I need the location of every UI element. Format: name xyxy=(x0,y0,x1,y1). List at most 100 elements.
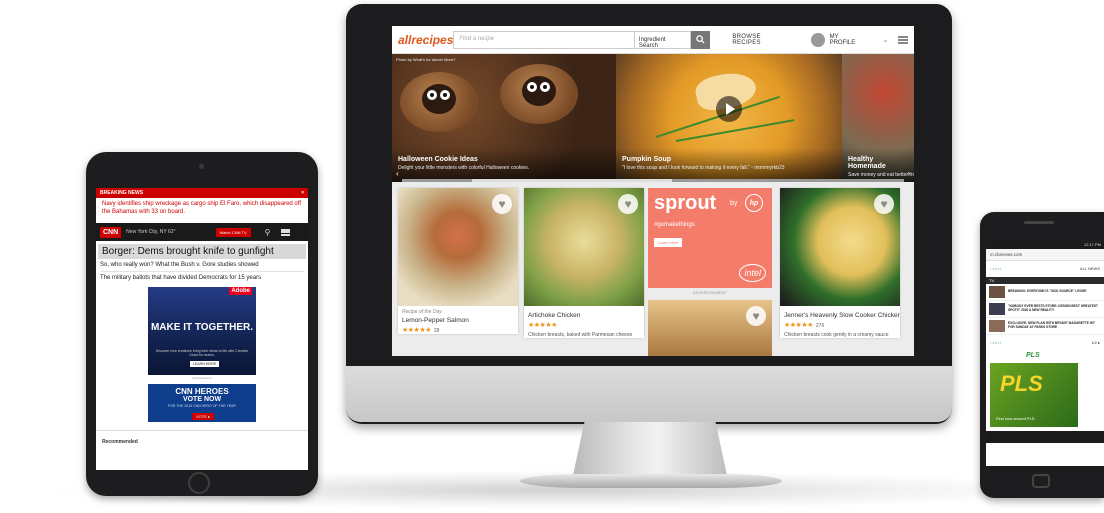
recipe-card[interactable]: ♥ xyxy=(648,300,772,356)
headline[interactable]: Borger: Dems brought knife to gunfight xyxy=(98,244,306,259)
url-bar[interactable]: m.cbsnews.com xyxy=(986,249,1104,261)
heart-icon[interactable]: ♥ xyxy=(746,306,766,326)
recipe-tag: Recipe of the Day xyxy=(402,309,442,315)
spider-decoration xyxy=(422,84,456,114)
recipe-image[interactable]: ♥ xyxy=(524,188,644,306)
ad-label: ADVERTISEMENT xyxy=(693,290,727,295)
search-button[interactable] xyxy=(691,30,711,49)
ad-title: MAKE IT TOGETHER. xyxy=(150,322,254,333)
monitor-chin xyxy=(346,366,952,422)
star-rating: ★★★★★ 28 xyxy=(402,327,440,334)
cnn-heroes-advertisement[interactable]: CNN HEROES VOTE NOW FOR THE 2015 CNN HER… xyxy=(148,384,256,422)
story-link[interactable]: The military ballots that have divided D… xyxy=(96,272,308,281)
tv-section-label: TV xyxy=(986,277,1104,284)
list-item[interactable]: BREAKING: EVERYONE IS "SICK SOURCE" LEGG… xyxy=(986,284,1104,301)
search-icon xyxy=(696,35,705,44)
recipe-card[interactable]: ♥ Jenner's Heavenly Slow Cooker Chicken … xyxy=(780,188,900,338)
thumbnail xyxy=(989,286,1005,298)
featured-carousel: Photo by What's for dinner Mom? Hallowee… xyxy=(392,54,914,182)
thumbnail xyxy=(989,320,1005,332)
vote-button[interactable]: VOTE ▸ xyxy=(192,413,215,420)
adobe-logo-icon: Adobe xyxy=(229,287,252,295)
recipe-card[interactable]: ♥ Recipe of the Day Lemon-Pepper Salmon … xyxy=(398,188,518,334)
slide-caption: Halloween Cookie Ideas Delight your litt… xyxy=(392,148,616,182)
slide-title: Halloween Cookie Ideas xyxy=(398,156,478,163)
chevron-left-icon[interactable]: ‹ • • • › xyxy=(990,340,1001,345)
hamburger-menu-icon[interactable] xyxy=(898,35,908,44)
cnn-logo[interactable]: CNN xyxy=(100,226,122,238)
monitor-base xyxy=(520,474,782,488)
pls-logo: PLS xyxy=(1000,371,1043,396)
adobe-advertisement[interactable]: Adobe MAKE IT TOGETHER. Discover how cre… xyxy=(148,287,256,375)
recommended-heading: Recommended xyxy=(96,430,308,445)
play-video-icon[interactable] xyxy=(716,96,742,122)
recipe-grid: ♥ Recipe of the Day Lemon-Pepper Salmon … xyxy=(392,182,914,356)
watch-live-button[interactable]: Watch CNN TV xyxy=(215,227,251,237)
chevron-down-icon[interactable]: ⌄ xyxy=(883,36,889,44)
browse-recipes-link[interactable]: BROWSE RECIPES xyxy=(732,34,789,46)
my-profile-link[interactable]: MY PROFILE xyxy=(830,34,865,46)
home-button[interactable] xyxy=(1032,474,1050,488)
recipe-description: Chicken breasts, baked with Parmesan che… xyxy=(528,332,633,338)
recipe-image[interactable]: ♥ xyxy=(398,188,518,306)
phone-screen: 12:17 PM m.cbsnews.com ‹ • • • › ALL NEW… xyxy=(986,242,1104,466)
allrecipes-logo[interactable]: allrecipes xyxy=(398,33,453,47)
breaking-news-text[interactable]: Navy identifies ship wreckage as cargo s… xyxy=(96,198,308,219)
slide-title: Healthy Homemade xyxy=(848,156,886,170)
recipe-card[interactable]: ♥ Artichoke Chicken ★★★★★ Chicken breast… xyxy=(524,188,644,338)
sprout-advertisement[interactable]: sprout by hp #gomakethings Learn More in… xyxy=(648,188,772,288)
all-news-link[interactable]: ALL NEWS xyxy=(1080,266,1100,271)
heart-icon[interactable]: ♥ xyxy=(492,194,512,214)
review-count: 276 xyxy=(815,323,825,329)
carousel-next-icon[interactable]: › xyxy=(907,169,910,178)
recipe-search-input[interactable]: Find a recipe xyxy=(453,30,635,49)
spider-decoration xyxy=(522,76,556,106)
carousel-slide-pumpkin-soup[interactable]: Pumpkin Soup "I love this soup and I loo… xyxy=(616,54,842,182)
recipe-title[interactable]: Lemon-Pepper Salmon xyxy=(398,315,518,324)
page-indicator[interactable]: 1/2 ▸ xyxy=(1091,340,1100,345)
ad-text: Find now around PLS. xyxy=(996,416,1036,421)
hamburger-menu-icon[interactable] xyxy=(280,228,290,236)
close-icon[interactable]: × xyxy=(301,190,304,196)
list-item[interactable]: EXCLUSIVE: NEW PLAN WITH BRYANT MAGARETT… xyxy=(986,318,1104,335)
slide-caption: Pumpkin Soup "I love this soup and I loo… xyxy=(616,148,842,182)
tablet-screen: BREAKING NEWS × Navy identifies ship wre… xyxy=(96,188,308,470)
ad-cta-button[interactable]: LEARN MORE xyxy=(190,361,220,367)
heart-icon[interactable]: ♥ xyxy=(618,194,638,214)
carousel-slide-healthy[interactable]: Healthy Homemade Save money and eat bett… xyxy=(842,54,914,182)
pls-advertisement[interactable]: PLS Find now around PLS. xyxy=(990,363,1078,427)
slide-title: Pumpkin Soup xyxy=(622,156,671,163)
ad-label: Advertisement xyxy=(192,376,212,380)
ad-hashtag: #gomakethings xyxy=(654,222,695,228)
section-bar: ‹ • • • › ALL NEWS xyxy=(986,261,1104,275)
monitor-stand xyxy=(572,422,728,480)
pager-bar: ‹ • • • › 1/2 ▸ xyxy=(986,335,1104,349)
story-link[interactable]: So, who really won? What the Bush v. Gor… xyxy=(96,259,308,268)
review-count: 28 xyxy=(433,328,440,334)
speaker xyxy=(1024,221,1054,224)
allrecipes-header: allrecipes Find a recipe Ingredient Sear… xyxy=(392,26,914,54)
recipe-title[interactable]: Artichoke Chicken xyxy=(524,306,644,319)
carousel-slide-halloween[interactable]: Photo by What's for dinner Mom? Hallowee… xyxy=(392,54,616,182)
home-button[interactable] xyxy=(188,472,210,494)
breaking-news-bar: BREAKING NEWS × xyxy=(96,188,308,198)
chevron-left-icon[interactable]: ‹ • • • › xyxy=(990,266,1001,271)
desktop-screen: allrecipes Find a recipe Ingredient Sear… xyxy=(392,26,914,356)
recipe-description: Chicken breasts cook gently in a creamy … xyxy=(784,332,889,338)
recipe-title[interactable]: Jenner's Heavenly Slow Cooker Chicken xyxy=(780,306,900,319)
recipe-image[interactable]: ♥ xyxy=(780,188,900,306)
list-item[interactable]: "NOBODY EVER RESTS STORE: DESIGN BEST GR… xyxy=(986,301,1104,318)
sprout-logo: sprout xyxy=(654,192,717,214)
carousel-prev-icon[interactable]: ‹ xyxy=(396,169,399,178)
slide-subtitle: Delight your little monsters with colorf… xyxy=(398,165,530,171)
thumbnail xyxy=(989,303,1005,315)
ad-cta-button[interactable]: Learn More xyxy=(654,238,683,247)
photo-credit: Photo by What's for dinner Mom? xyxy=(396,57,456,62)
breaking-news-label: BREAKING NEWS xyxy=(100,190,144,196)
hp-logo-icon: hp xyxy=(745,194,763,212)
heart-icon[interactable]: ♥ xyxy=(874,194,894,214)
search-icon[interactable]: ⚲ xyxy=(265,228,271,237)
star-rating: ★★★★★ 276 xyxy=(784,322,825,329)
ingredient-search-button[interactable]: Ingredient Search xyxy=(634,30,692,49)
avatar[interactable] xyxy=(811,32,825,47)
